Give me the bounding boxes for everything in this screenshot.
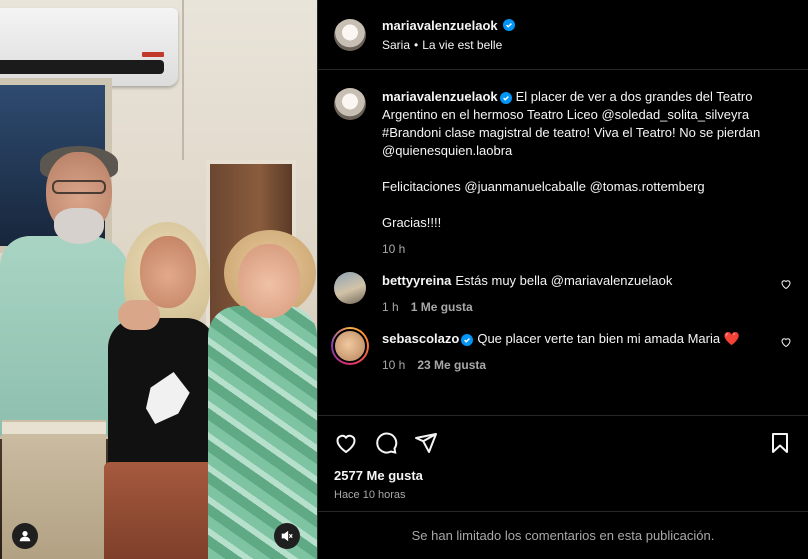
caption: mariavalenzuelaok El placer de ver a dos … — [334, 88, 792, 256]
share-icon[interactable] — [414, 431, 438, 455]
avatar[interactable] — [334, 272, 366, 304]
caption-paragraph-2: Felicitaciones @juanmanuelcaballe @tomas… — [382, 179, 705, 194]
verified-icon — [499, 92, 512, 104]
caption-time[interactable]: 10 h — [382, 242, 405, 256]
audio-track[interactable]: La vie est belle — [422, 38, 502, 52]
comment-likes[interactable]: 23 Me gusta — [417, 358, 486, 372]
audio-subline[interactable]: Saria • La vie est belle — [382, 38, 515, 52]
post-actions: 2577 Me gusta Hace 10 horas — [318, 415, 808, 511]
air-conditioner — [0, 8, 178, 86]
avatar[interactable] — [331, 327, 369, 365]
wall-cable — [182, 0, 184, 160]
avatar[interactable] — [334, 88, 366, 120]
list-item: bettyyreina Estás muy bella @mariavalenzu… — [334, 272, 792, 314]
verified-icon — [502, 19, 515, 31]
comments-list: mariavalenzuelaok El placer de ver a dos … — [318, 70, 808, 415]
audio-artist[interactable]: Saria — [382, 38, 410, 52]
comment-username[interactable]: sebascolazo — [382, 331, 459, 346]
mute-icon[interactable] — [274, 523, 300, 549]
likes-count[interactable]: 2577 Me gusta — [334, 468, 792, 483]
comments-limited-notice: Se han limitado los comentarios en esta … — [318, 511, 808, 559]
save-icon[interactable] — [768, 431, 792, 455]
comment-text: Estás muy bella @mariavalenzuelaok — [455, 273, 673, 288]
comment-time[interactable]: 10 h — [382, 358, 405, 372]
heart-icon[interactable] — [334, 431, 358, 455]
heart-icon[interactable] — [780, 278, 792, 290]
list-item: sebascolazo Que placer verte tan bien mi … — [331, 327, 792, 372]
post-header: mariavalenzuelaok Saria • La vie est belle — [318, 0, 808, 70]
comment-icon[interactable] — [374, 431, 398, 455]
comment-text: Que placer verte tan bien mi amada Maria… — [477, 331, 740, 346]
verified-icon — [461, 334, 474, 346]
avatar[interactable] — [334, 18, 366, 51]
post-time[interactable]: Hace 10 horas — [334, 489, 792, 501]
user-tag-icon[interactable] — [12, 523, 38, 549]
heart-icon[interactable] — [780, 336, 792, 348]
comment-likes[interactable]: 1 Me gusta — [411, 300, 473, 314]
comment-username[interactable]: bettyyreina — [382, 273, 451, 288]
caption-paragraph-3: Gracias!!!! — [382, 215, 442, 230]
header-username[interactable]: mariavalenzuelaok — [382, 18, 498, 33]
post-panel: mariavalenzuelaok Saria • La vie est belle… — [317, 0, 808, 559]
comment-time[interactable]: 1 h — [382, 300, 399, 314]
caption-username[interactable]: mariavalenzuelaok — [382, 89, 498, 104]
post-photo[interactable] — [0, 0, 317, 559]
